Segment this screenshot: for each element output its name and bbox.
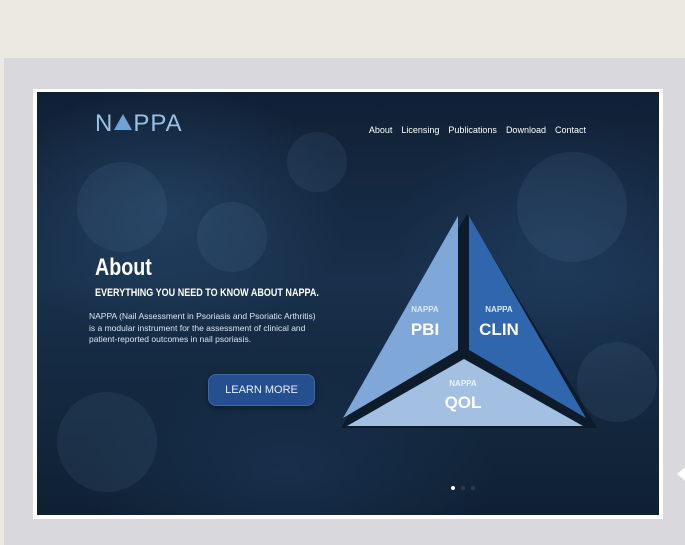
nav-contact[interactable]: Contact <box>555 125 586 135</box>
qol-label: QOL <box>445 393 482 412</box>
top-band <box>0 0 685 58</box>
learn-more-button[interactable]: LEARN MORE <box>208 374 315 406</box>
nappa-pyramid-graphic: NAPPA PBI NAPPA CLIN NAPPA QOL <box>341 214 597 428</box>
main-nav: About Licensing Publications Download Co… <box>369 125 586 135</box>
bokeh-light <box>197 202 267 272</box>
about-description: NAPPA (Nail Assessment in Psoriasis and … <box>89 311 316 344</box>
nav-publications[interactable]: Publications <box>448 125 497 135</box>
nappa-logo[interactable]: N PPA <box>95 110 183 138</box>
carousel-dot[interactable] <box>471 486 475 490</box>
logo-text-ppa: PPA <box>133 110 183 137</box>
bokeh-light <box>287 132 347 192</box>
nav-download[interactable]: Download <box>506 125 546 135</box>
clin-label: CLIN <box>479 320 519 339</box>
logo-triangle-icon <box>114 114 133 130</box>
bokeh-light <box>77 162 167 252</box>
carousel-indicators <box>451 486 475 490</box>
page-title: About <box>95 254 152 281</box>
pbi-brand-label: NAPPA <box>411 305 439 314</box>
qol-brand-label: NAPPA <box>449 379 477 388</box>
logo-text-n: N <box>95 110 114 137</box>
chevron-left-icon[interactable] <box>677 467 685 481</box>
nav-licensing[interactable]: Licensing <box>401 125 439 135</box>
page-subtitle: EVERYTHING YOU NEED TO KNOW ABOUT NAPPA. <box>95 287 319 299</box>
bokeh-light <box>57 392 157 492</box>
nav-about[interactable]: About <box>369 125 393 135</box>
carousel-dot[interactable] <box>451 486 455 490</box>
pbi-label: PBI <box>411 320 439 339</box>
carousel-dot[interactable] <box>461 486 465 490</box>
hero-section: N PPA About Licensing Publications Downlo… <box>37 92 659 515</box>
clin-brand-label: NAPPA <box>485 305 513 314</box>
